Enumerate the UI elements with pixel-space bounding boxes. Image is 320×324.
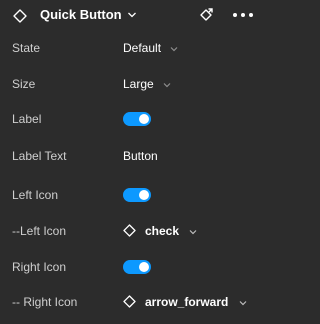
property-row-state: State Default [0,38,271,58]
more-horizontal-icon[interactable] [232,11,254,19]
property-label: Left Icon [12,188,59,202]
chevron-down-icon[interactable] [127,11,137,19]
component-diamond-icon [13,9,27,23]
property-label: State [12,41,41,55]
label-text-field[interactable]: Button [123,148,158,164]
property-row-right-icon-swap: -- Right Icon arrow_forward [0,292,271,312]
state-dropdown[interactable]: Default [123,40,178,56]
component-properties-panel: Quick Button State Default Size Large La… [0,0,271,324]
property-label: Right Icon [12,260,67,274]
right-icon-instance-dropdown[interactable]: arrow_forward [145,294,247,310]
left-icon-value: check [145,224,180,238]
property-row-left-icon-swap: --Left Icon check [0,221,271,241]
component-diamond-icon [123,295,136,308]
toggle-knob [139,114,149,124]
property-label: Label Text [12,149,67,163]
property-label: --Left Icon [12,224,67,238]
size-value: Large [123,77,154,91]
property-row-label-text: Label Text Button [0,146,271,166]
toggle-knob [139,262,149,272]
toggle-knob [139,190,149,200]
left-icon-toggle[interactable] [123,188,151,202]
component-title[interactable]: Quick Button [40,7,122,23]
right-icon-toggle[interactable] [123,260,151,274]
detach-instance-icon[interactable] [196,5,216,25]
left-icon-instance-dropdown[interactable]: check [145,223,197,239]
chevron-down-icon [189,229,197,235]
component-diamond-icon [123,224,136,237]
chevron-down-icon [239,300,247,306]
property-label: -- Right Icon [12,295,78,309]
chevron-down-icon [163,82,171,88]
label-toggle[interactable] [123,112,151,126]
right-icon-value: arrow_forward [145,295,229,309]
property-label: Label [12,112,42,126]
chevron-down-icon [170,46,178,52]
size-dropdown[interactable]: Large [123,76,171,92]
state-value: Default [123,41,162,55]
property-row-label: Label [0,109,271,129]
property-row-size: Size Large [0,74,271,94]
property-label: Size [12,77,36,91]
property-row-right-icon: Right Icon [0,257,271,277]
property-row-left-icon: Left Icon [0,185,271,205]
panel-header: Quick Button [0,0,271,32]
